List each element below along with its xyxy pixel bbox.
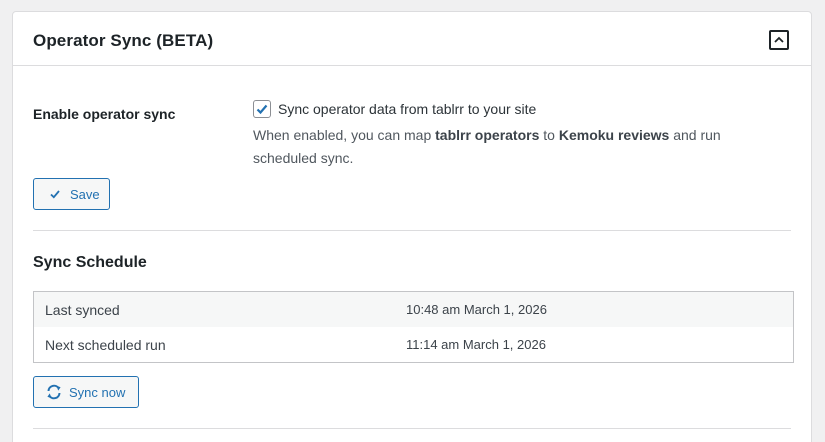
- last-synced-label: Last synced: [45, 302, 120, 318]
- enable-sync-checkbox-label[interactable]: Sync operator data from tablrr to your s…: [278, 101, 536, 117]
- operator-sync-panel: Operator Sync (BETA) Enable operator syn…: [12, 11, 812, 442]
- next-run-value: 11:14 am March 1, 2026: [406, 337, 546, 352]
- checkmark-icon: [256, 104, 268, 115]
- enable-sync-checkbox[interactable]: [253, 100, 271, 118]
- sync-schedule-table: Last synced 10:48 am March 1, 2026 Next …: [33, 291, 794, 363]
- collapse-button[interactable]: [769, 30, 789, 50]
- enable-sync-description: When enabled, you can map tablrr operato…: [253, 127, 721, 166]
- refresh-icon: [46, 384, 62, 400]
- last-synced-value: 10:48 am March 1, 2026: [406, 302, 547, 317]
- sync-schedule-title: Sync Schedule: [33, 254, 147, 271]
- table-row: Next scheduled run 11:14 am March 1, 202…: [34, 327, 793, 362]
- checkmark-icon: [49, 188, 61, 200]
- section-divider: [33, 428, 791, 429]
- next-run-label: Next scheduled run: [45, 337, 166, 353]
- sync-now-label: Sync now: [69, 384, 126, 400]
- save-button[interactable]: Save: [33, 178, 110, 210]
- section-divider: [33, 230, 791, 231]
- save-button-label: Save: [70, 186, 100, 202]
- table-row: Last synced 10:48 am March 1, 2026: [34, 292, 793, 327]
- panel-title: Operator Sync (BETA): [33, 31, 214, 50]
- chevron-up-icon: [774, 36, 784, 43]
- enable-sync-label: Enable operator sync: [33, 106, 176, 122]
- sync-now-button[interactable]: Sync now: [33, 376, 139, 408]
- panel-header: Operator Sync (BETA): [13, 12, 811, 66]
